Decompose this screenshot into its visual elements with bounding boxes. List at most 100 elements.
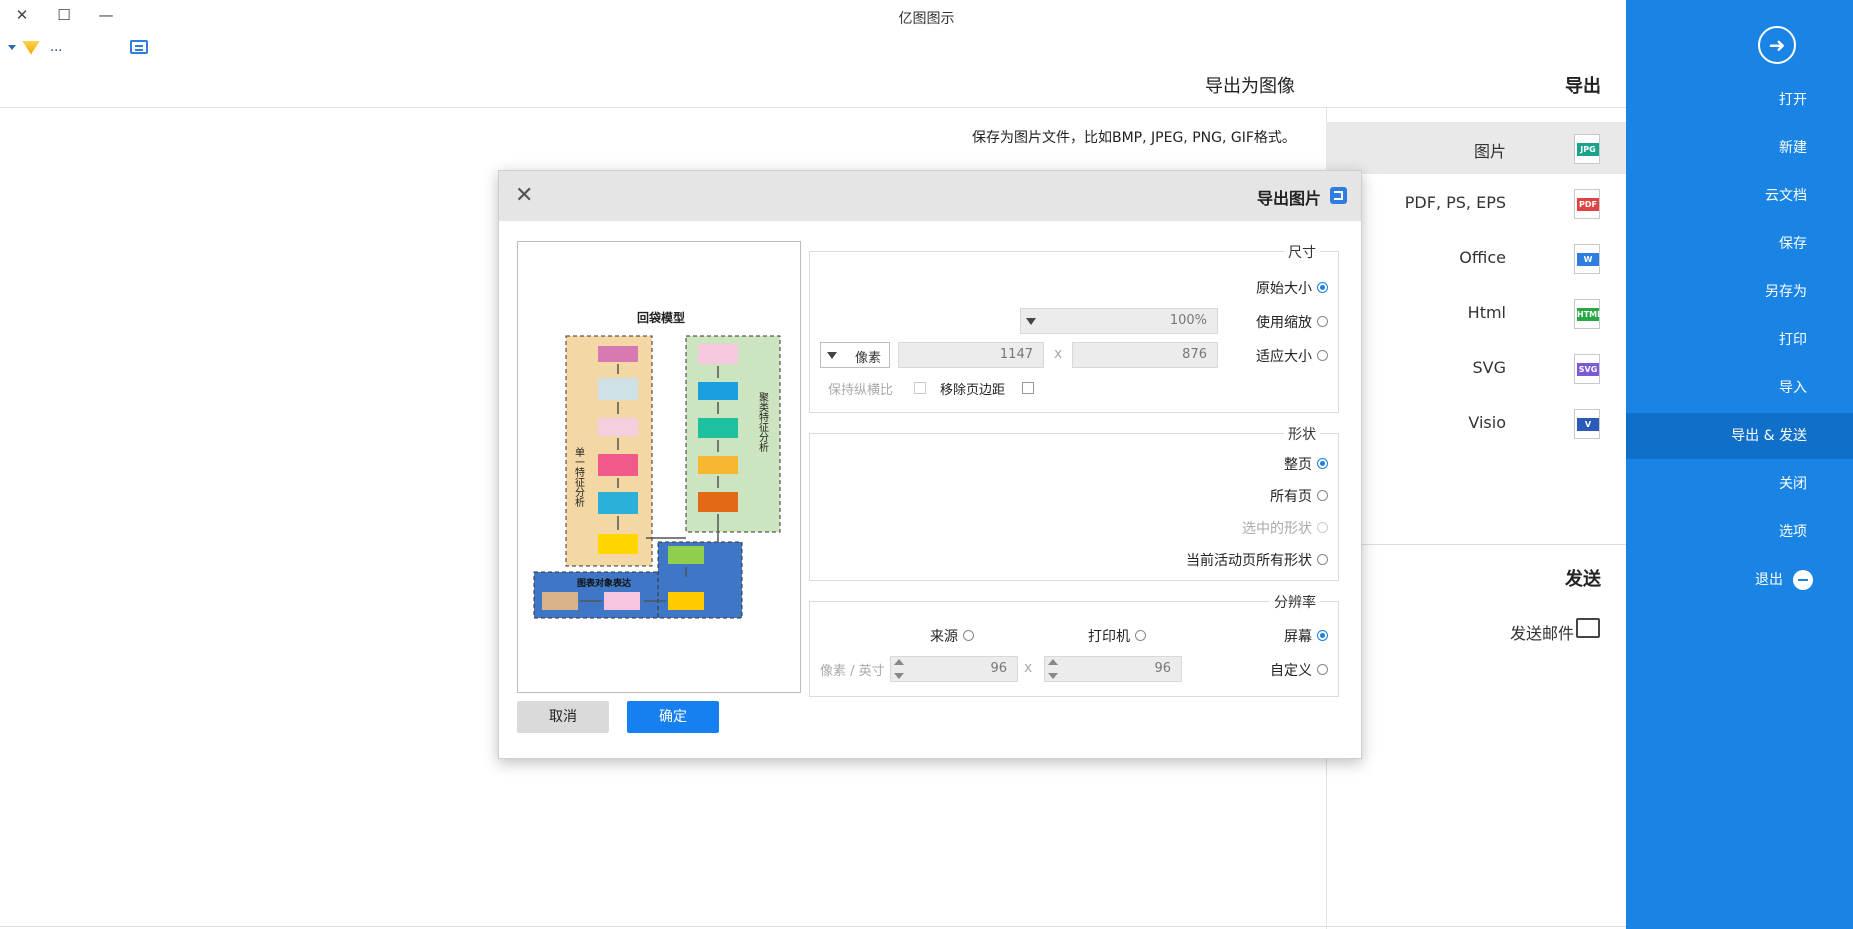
preview-box	[698, 456, 738, 474]
cancel-button[interactable]: 取消	[517, 701, 609, 733]
nav-label: 打开	[1779, 92, 1807, 108]
nav-item-new[interactable]: 新建	[1626, 125, 1853, 171]
nav-item-exit[interactable]: 退出	[1626, 557, 1853, 603]
format-label: Html	[1467, 303, 1506, 322]
word-file-icon: W	[1574, 244, 1600, 274]
preview-box	[698, 382, 738, 400]
zoom-dropdown-icon[interactable]	[1026, 318, 1036, 325]
keep-ratio-checkbox[interactable]	[914, 382, 926, 394]
dpi-unit-label: 像素 / 英寸	[820, 664, 885, 679]
preview-box	[598, 378, 638, 400]
fit-size-label: 适应大小	[1256, 349, 1312, 365]
nav-label: 退出	[1755, 572, 1783, 588]
zoom-radio[interactable]	[1317, 316, 1328, 327]
preview-title: 回袋模型	[637, 310, 685, 325]
format-item-svg[interactable]: SVG SVG	[1326, 342, 1626, 394]
height-input[interactable]: 1147	[898, 342, 1044, 368]
back-arrow-icon[interactable]: ➜	[1758, 26, 1796, 64]
send-mail-item[interactable]: 发送邮件	[1480, 610, 1626, 650]
printer-label: 打印机	[1088, 629, 1130, 645]
active-page-shapes-radio[interactable]	[1317, 554, 1328, 565]
whole-page-radio[interactable]	[1317, 458, 1328, 469]
original-size-radio[interactable]	[1317, 282, 1328, 293]
export-preview: 回袋模型 单一特征分析 聚类特征分析 图表对象表达	[517, 241, 801, 693]
file-icon-tag: SVG	[1577, 363, 1599, 376]
format-item-html[interactable]: Html HTML	[1326, 287, 1626, 339]
format-item-pdf[interactable]: PDF, PS, EPS PDF	[1326, 177, 1626, 229]
unit-dropdown-icon[interactable]	[827, 352, 837, 359]
nav-item-cloud[interactable]: 云文档	[1626, 173, 1853, 219]
preview-box	[604, 592, 640, 610]
dpi-y-spinner[interactable]	[894, 656, 904, 682]
screen-radio[interactable]	[1317, 630, 1328, 641]
jpg-file-icon: JPG	[1574, 134, 1600, 164]
preview-box	[542, 592, 578, 610]
format-item-visio[interactable]: Visio V	[1326, 397, 1626, 449]
selected-shapes-radio[interactable]	[1317, 522, 1328, 533]
more-menu[interactable]: ...	[50, 40, 62, 55]
custom-resolution-label: 自定义	[1270, 663, 1312, 679]
preview-box	[698, 492, 738, 512]
size-group: 尺寸 原始大小 使用缩放 100% 适应大小 876 x 1147 像素 移除页…	[809, 242, 1339, 413]
visio-file-icon: V	[1574, 409, 1600, 439]
zoom-select[interactable]: 100%	[1020, 308, 1218, 334]
format-item-image[interactable]: 图片 JPG	[1326, 122, 1626, 174]
ok-button[interactable]: 确定	[627, 701, 719, 733]
close-icon[interactable]: ✕	[515, 183, 533, 208]
vip-badge-icon[interactable]	[22, 40, 40, 55]
file-icon-tag: PDF	[1577, 198, 1599, 211]
nav-label: 关闭	[1779, 476, 1807, 492]
nav-label: 云文档	[1765, 188, 1807, 204]
width-input[interactable]: 876	[1072, 342, 1218, 368]
preview-box	[668, 592, 704, 610]
nav-item-print[interactable]: 打印	[1626, 317, 1853, 363]
printer-radio[interactable]	[1135, 630, 1146, 641]
nav-item-open[interactable]: 打开	[1626, 77, 1853, 123]
bottom-border	[0, 926, 1626, 927]
export-section-title: 导出	[1565, 76, 1601, 97]
export-description: 保存为图片文件，比如BMP, JPEG, PNG, GIF格式。	[972, 130, 1296, 146]
active-page-shapes-label: 当前活动页所有形状	[1186, 553, 1312, 569]
preview-left-group-label: 聚类特征分析	[757, 392, 769, 453]
top-left-toolbar: ...	[8, 40, 62, 55]
dpi-y-input[interactable]: 96	[890, 656, 1018, 682]
fit-size-radio[interactable]	[1317, 350, 1328, 361]
preview-right-group-label: 单一特征分析	[573, 447, 585, 508]
width-value: 876	[1182, 347, 1207, 362]
nav-item-save-as[interactable]: 另存为	[1626, 269, 1853, 315]
export-image-dialog: ✕ 导出图片 尺寸 原始大小 使用缩放 100% 适应大小 876 x 1147…	[498, 170, 1362, 759]
dpi-x-input[interactable]: 96	[1044, 656, 1182, 682]
source-radio[interactable]	[963, 630, 974, 641]
comment-icon[interactable]	[130, 40, 148, 54]
size-group-title: 尺寸	[1284, 242, 1320, 262]
preview-box	[698, 418, 738, 438]
preview-bottom-group-label: 图表对象表达	[577, 577, 631, 589]
nav-item-options[interactable]: 选项	[1626, 509, 1853, 555]
screen-label: 屏幕	[1284, 629, 1312, 645]
nav-item-export-send[interactable]: 导出 & 发送	[1626, 413, 1853, 459]
all-pages-radio[interactable]	[1317, 490, 1328, 501]
dpi-x-separator: x	[1024, 660, 1033, 676]
send-section-title: 发送	[1565, 569, 1601, 590]
pdf-file-icon: PDF	[1574, 189, 1600, 219]
window-title: 亿图图示	[898, 11, 955, 27]
header-divider	[0, 107, 1626, 108]
custom-resolution-radio[interactable]	[1317, 664, 1328, 675]
remove-margin-checkbox[interactable]	[1022, 382, 1034, 394]
app-logo-icon	[1330, 187, 1347, 204]
dropdown-arrow-icon[interactable]	[8, 45, 16, 50]
send-divider	[1360, 544, 1626, 545]
preview-box	[598, 534, 638, 554]
nav-item-save[interactable]: 保存	[1626, 221, 1853, 267]
dpi-y-value: 96	[990, 661, 1007, 676]
dpi-x-spinner[interactable]	[1048, 656, 1058, 682]
export-as-image-title: 导出为图像	[1205, 76, 1295, 97]
nav-label: 保存	[1779, 236, 1807, 252]
nav-item-close[interactable]: 关闭	[1626, 461, 1853, 507]
unit-select[interactable]: 像素	[820, 342, 890, 368]
nav-item-import[interactable]: 导入	[1626, 365, 1853, 411]
format-item-office[interactable]: Office W	[1326, 232, 1626, 284]
shape-group: 形状 整页 所有页 选中的形状 当前活动页所有形状	[809, 424, 1339, 581]
mail-icon	[1576, 618, 1600, 638]
unit-value: 像素	[854, 351, 881, 366]
